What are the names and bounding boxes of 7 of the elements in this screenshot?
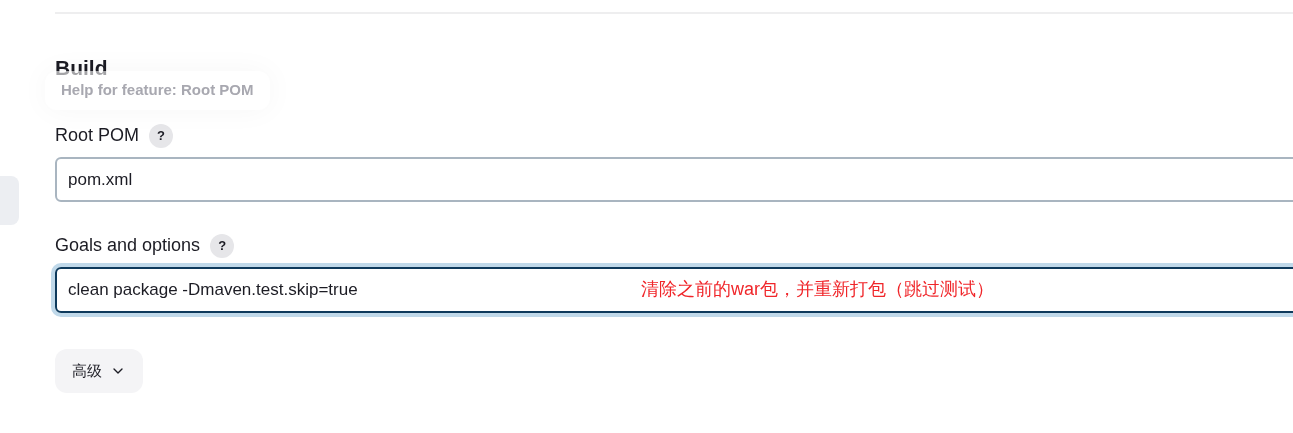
text-field[interactable]: pom.xml <box>55 157 1293 202</box>
help-button[interactable]: ? <box>149 123 174 148</box>
field-label: Root POM <box>55 124 140 147</box>
annotation-text: 清除之前的war包，并重新打包（跳过测试） <box>641 278 994 301</box>
field-label: Goals and options <box>55 234 201 257</box>
advanced-button[interactable]: 高级 <box>55 349 143 393</box>
help-button[interactable]: ? <box>210 233 235 258</box>
